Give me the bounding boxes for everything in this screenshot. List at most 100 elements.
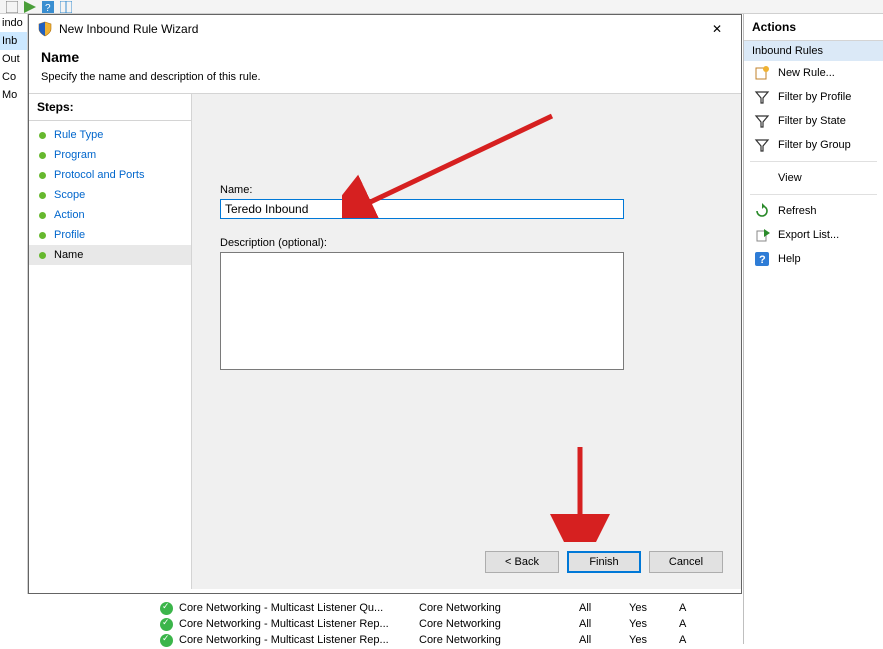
- separator: [750, 194, 877, 195]
- cell-name: Core Networking - Multicast Listener Rep…: [179, 634, 419, 646]
- name-label: Name:: [220, 184, 713, 196]
- new-icon: [754, 65, 770, 81]
- step-label: Protocol and Ports: [54, 169, 145, 181]
- action-label: View: [778, 172, 802, 184]
- description-label: Description (optional):: [220, 237, 713, 249]
- step-bullet-icon: [39, 232, 46, 239]
- action-label: Refresh: [778, 205, 817, 217]
- action-label: Export List...: [778, 229, 839, 241]
- dialog-titlebar: New Inbound Rule Wizard ✕: [29, 15, 741, 43]
- action-label: Filter by State: [778, 115, 846, 127]
- wizard-step-program[interactable]: Program: [29, 145, 191, 165]
- step-bullet-icon: [39, 172, 46, 179]
- tree-item-monitoring[interactable]: Mo: [0, 86, 27, 104]
- wizard-step-protocol-and-ports[interactable]: Protocol and Ports: [29, 165, 191, 185]
- enabled-check-icon: [160, 618, 173, 631]
- table-row[interactable]: Core Networking - Multicast Listener Qu.…: [160, 600, 740, 616]
- tree-item-outbound[interactable]: Out: [0, 50, 27, 68]
- step-label: Profile: [54, 229, 85, 241]
- wizard-step-profile[interactable]: Profile: [29, 225, 191, 245]
- filter-icon: [754, 113, 770, 129]
- cell-profile: All: [579, 634, 629, 646]
- page-subheading: Specify the name and description of this…: [41, 71, 729, 83]
- action-help[interactable]: ? Help: [744, 247, 883, 271]
- action-filter-by-profile[interactable]: Filter by Profile: [744, 85, 883, 109]
- close-icon: ✕: [712, 22, 722, 36]
- enabled-check-icon: [160, 602, 173, 615]
- annotation-arrow-finish: [550, 442, 610, 542]
- svg-text:?: ?: [759, 254, 766, 266]
- actions-pane: Actions Inbound Rules New Rule... Filter …: [743, 14, 883, 644]
- action-export-list[interactable]: Export List...: [744, 223, 883, 247]
- cell-group: Core Networking: [419, 634, 579, 646]
- wizard-form-area: Name: Description (optional): < Back Fin…: [191, 93, 741, 589]
- step-bullet-icon: [39, 192, 46, 199]
- wizard-steps-sidebar: Steps: Rule Type Program Protocol and Port…: [29, 93, 191, 589]
- new-inbound-rule-wizard-dialog: New Inbound Rule Wizard ✕ Name Specify t…: [28, 14, 742, 594]
- close-button[interactable]: ✕: [701, 18, 733, 40]
- filter-icon: [754, 89, 770, 105]
- step-label: Scope: [54, 189, 85, 201]
- spacer-icon: [754, 170, 770, 186]
- toolbar-icon[interactable]: ?: [42, 1, 54, 13]
- wizard-step-name[interactable]: Name: [29, 245, 191, 265]
- action-label: Help: [778, 253, 801, 265]
- cell-profile: All: [579, 602, 629, 614]
- tree-item[interactable]: indo: [0, 14, 27, 32]
- wizard-step-rule-type[interactable]: Rule Type: [29, 125, 191, 145]
- action-label: Filter by Profile: [778, 91, 851, 103]
- enabled-check-icon: [160, 634, 173, 647]
- step-label: Program: [54, 149, 96, 161]
- action-refresh[interactable]: Refresh: [744, 199, 883, 223]
- cell-action: A: [679, 634, 709, 646]
- tree-item-connection[interactable]: Co: [0, 68, 27, 86]
- steps-header: Steps:: [29, 94, 191, 121]
- toolbar-icon[interactable]: [6, 1, 18, 13]
- cell-action: A: [679, 618, 709, 630]
- toolbar-icon[interactable]: [60, 1, 72, 13]
- step-label: Name: [54, 249, 83, 261]
- action-filter-by-state[interactable]: Filter by State: [744, 109, 883, 133]
- dialog-title: New Inbound Rule Wizard: [59, 22, 198, 36]
- page-heading: Name: [41, 49, 729, 65]
- toolbar-strip: ?: [0, 0, 883, 14]
- rule-description-textarea[interactable]: [220, 252, 624, 370]
- refresh-icon: [754, 203, 770, 219]
- action-new-rule[interactable]: New Rule...: [744, 61, 883, 85]
- step-bullet-icon: [39, 212, 46, 219]
- action-label: New Rule...: [778, 67, 835, 79]
- cell-enabled: Yes: [629, 602, 679, 614]
- rule-name-input[interactable]: [220, 199, 624, 219]
- filter-icon: [754, 137, 770, 153]
- help-icon: ?: [754, 251, 770, 267]
- step-label: Action: [54, 209, 85, 221]
- wizard-step-scope[interactable]: Scope: [29, 185, 191, 205]
- wizard-step-action[interactable]: Action: [29, 205, 191, 225]
- back-button[interactable]: < Back: [485, 551, 559, 573]
- step-bullet-icon: [39, 152, 46, 159]
- cell-name: Core Networking - Multicast Listener Qu.…: [179, 602, 419, 614]
- actions-section-title: Inbound Rules: [744, 41, 883, 61]
- cell-enabled: Yes: [629, 634, 679, 646]
- actions-view[interactable]: View: [744, 166, 883, 190]
- table-row[interactable]: Core Networking - Multicast Listener Rep…: [160, 632, 740, 648]
- export-icon: [754, 227, 770, 243]
- cell-name: Core Networking - Multicast Listener Rep…: [179, 618, 419, 630]
- step-label: Rule Type: [54, 129, 103, 141]
- finish-button[interactable]: Finish: [567, 551, 641, 573]
- cell-profile: All: [579, 618, 629, 630]
- action-filter-by-group[interactable]: Filter by Group: [744, 133, 883, 157]
- separator: [750, 161, 877, 162]
- actions-header: Actions: [744, 14, 883, 41]
- cancel-button[interactable]: Cancel: [649, 551, 723, 573]
- action-label: Filter by Group: [778, 139, 851, 151]
- dialog-header: Name Specify the name and description of…: [29, 43, 741, 93]
- table-row[interactable]: Core Networking - Multicast Listener Rep…: [160, 616, 740, 632]
- shield-icon: [37, 21, 53, 37]
- svg-text:?: ?: [45, 3, 51, 13]
- tree-item-inbound[interactable]: Inb: [0, 32, 27, 50]
- cell-enabled: Yes: [629, 618, 679, 630]
- rules-grid: Core Networking - Multicast Listener Qu.…: [160, 600, 740, 648]
- cell-action: A: [679, 602, 709, 614]
- toolbar-icon[interactable]: [24, 1, 36, 13]
